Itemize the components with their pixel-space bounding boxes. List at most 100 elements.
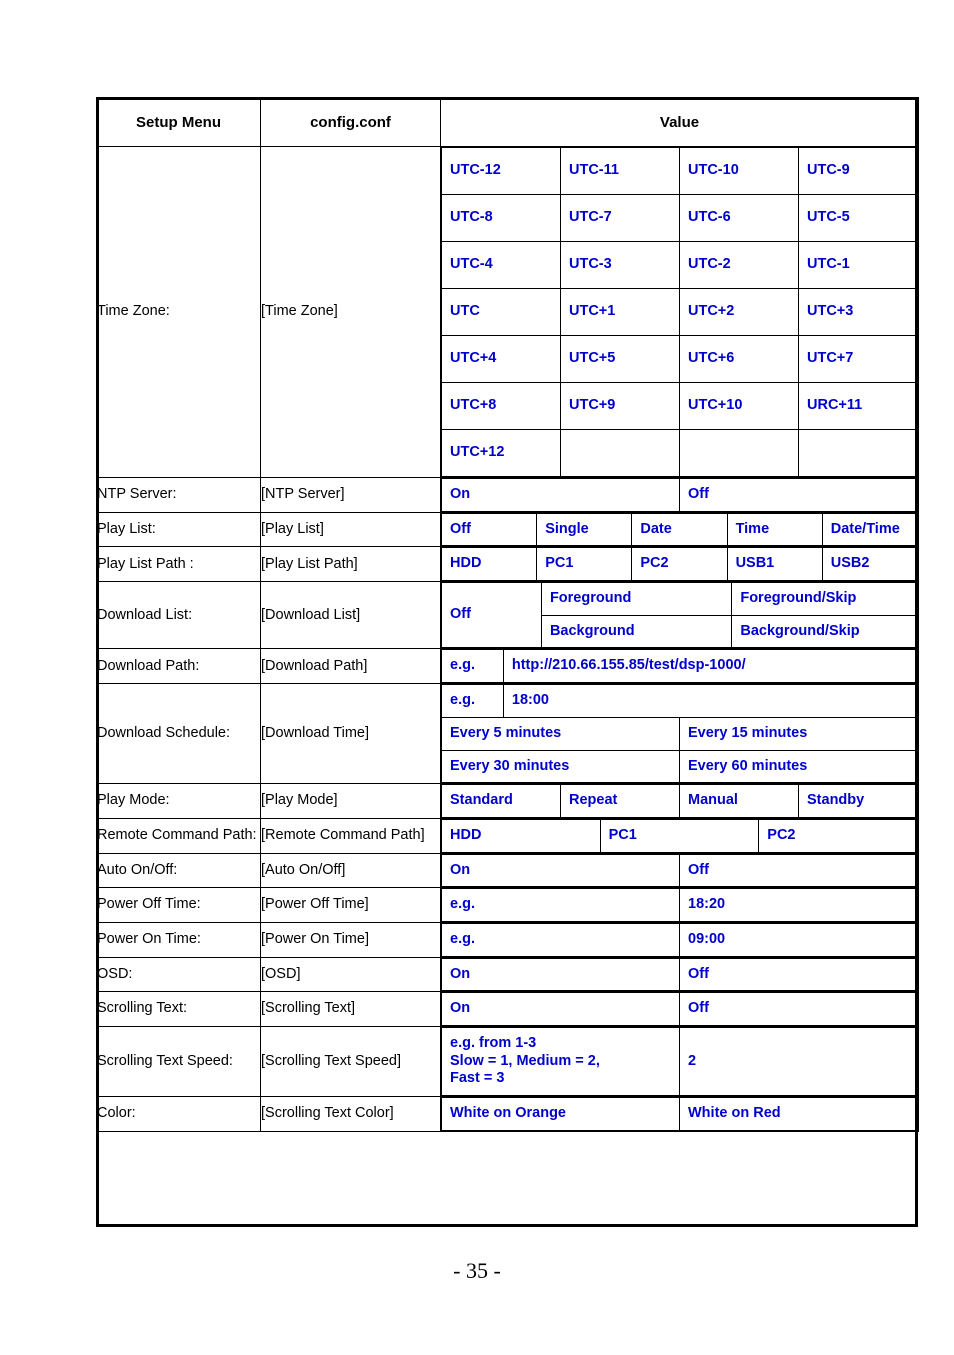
timezone-option[interactable]: UTC-5 [798,194,918,242]
timezone-option[interactable]: UTC+8 [441,382,561,430]
osd-option-off[interactable]: Off [679,957,918,992]
auto-on-off-option-off[interactable]: Off [679,853,918,888]
osd-options-grid: On Off [441,957,918,992]
timezone-option[interactable]: UTC-7 [560,194,680,242]
play-mode-option[interactable]: Standard [441,784,561,818]
play-list-option[interactable]: Single [536,512,633,547]
table-row-scrolling-text-speed: Scrolling Text Speed: [Scrolling Text Sp… [96,1025,919,1098]
color-option-white-on-orange[interactable]: White on Orange [441,1097,680,1131]
timezone-row: UTC+12 [441,429,918,477]
play-list-option[interactable]: Date [631,512,728,547]
timezone-row: UTC-4 UTC-3 UTC-2 UTC-1 [441,241,918,289]
power-off-time-eg-value[interactable]: 18:20 [679,888,918,922]
timezone-option[interactable]: UTC+12 [441,429,561,477]
timezone-option[interactable]: UTC-2 [679,241,799,289]
play-list-option[interactable]: Date/Time [821,512,919,547]
option-row: Every 5 minutes Every 15 minutes [441,716,919,751]
power-on-time-eg-value[interactable]: 09:00 [679,922,918,957]
download-schedule-option-5min[interactable]: Every 5 minutes [441,716,680,751]
play-list-path-option[interactable]: PC2 [631,547,728,582]
osd-option-on[interactable]: On [441,957,680,992]
timezone-option[interactable]: URC+11 [798,382,918,430]
option-row: Off Single Date Time Date/Time [440,512,919,547]
play-list-option[interactable]: Off [440,512,538,547]
remote-command-path-option[interactable]: HDD [441,818,601,853]
timezone-option[interactable]: UTC+4 [441,335,561,383]
timezone-option[interactable]: UTC-6 [679,194,799,242]
row-label-scrolling-text: Scrolling Text: [96,991,261,1027]
download-list-option-off[interactable]: Off [441,582,542,649]
timezone-option[interactable]: UTC-4 [441,241,561,289]
row-values-power-on-time: e.g. 09:00 [440,921,919,958]
row-values-play-list: Off Single Date Time Date/Time [440,511,919,548]
timezone-option[interactable]: UTC-10 [679,147,799,195]
row-label-scrolling-text-speed: Scrolling Text Speed: [96,1025,261,1098]
timezone-option[interactable]: UTC+9 [560,382,680,430]
power-on-time-eg-label: e.g. [441,922,680,957]
ntp-option-on[interactable]: On [441,478,680,512]
timezone-option[interactable]: UTC+10 [679,382,799,430]
download-schedule-option-60min[interactable]: Every 60 minutes [678,749,919,784]
row-values-download-list: Off Foreground Foreground/Skip Backgroun… [440,581,919,650]
play-mode-option[interactable]: Standby [798,784,918,818]
color-option-white-on-red[interactable]: White on Red [679,1097,918,1131]
download-schedule-eg-label: e.g. [441,684,504,718]
document-page: Setup Menu config.conf Value Time Zone: … [0,0,954,1355]
timezone-option[interactable]: UTC+6 [679,335,799,383]
timezone-option[interactable]: UTC+5 [560,335,680,383]
row-conf-ntp-server: [NTP Server] [260,477,441,513]
timezone-option[interactable]: UTC [441,288,561,336]
timezone-option[interactable]: UTC-8 [441,194,561,242]
play-mode-option[interactable]: Manual [679,784,799,818]
timezone-option[interactable]: UTC+2 [679,288,799,336]
play-list-path-option[interactable]: PC1 [536,547,633,582]
option-row: Standard Repeat Manual Standby [441,784,918,818]
table-row-ntp-server: NTP Server: [NTP Server] On Off [96,477,919,513]
row-label-play-mode: Play Mode: [96,783,261,819]
play-list-path-option[interactable]: USB1 [726,547,823,582]
remote-command-path-option[interactable]: PC2 [758,818,918,853]
color-options-grid: White on Orange White on Red [441,1097,918,1131]
scrolling-text-option-off[interactable]: Off [679,992,918,1026]
auto-on-off-option-on[interactable]: On [441,853,680,888]
play-list-option[interactable]: Time [726,512,823,547]
timezone-option[interactable]: UTC-3 [560,241,680,289]
download-list-option-background[interactable]: Background [540,614,733,649]
row-conf-osd: [OSD] [260,956,441,993]
row-label-osd: OSD: [96,956,261,993]
download-schedule-eg-value[interactable]: 18:00 [502,684,919,718]
scrolling-text-speed-eg-value[interactable]: 2 [679,1026,918,1097]
remote-command-path-option[interactable]: PC1 [599,818,760,853]
row-conf-scrolling-text-speed: [Scrolling Text Speed] [260,1025,441,1098]
table-row-scrolling-text: Scrolling Text: [Scrolling Text] On Off [96,991,919,1027]
power-off-time-grid: e.g. 18:20 [441,888,918,922]
row-values-play-mode: Standard Repeat Manual Standby [440,783,919,819]
download-schedule-option-30min[interactable]: Every 30 minutes [441,749,680,784]
ntp-option-off[interactable]: Off [679,478,918,512]
table-row-play-list-path: Play List Path : [Play List Path] HDD PC… [96,546,919,583]
row-conf-remote-command-path: [Remote Command Path] [260,817,441,854]
option-row: On Off [441,478,918,512]
timezone-option[interactable]: UTC+7 [798,335,918,383]
play-list-path-option[interactable]: USB2 [821,547,919,582]
play-mode-option[interactable]: Repeat [560,784,680,818]
timezone-option[interactable]: UTC-11 [560,147,680,195]
timezone-option[interactable]: UTC-1 [798,241,918,289]
option-row: e.g. http://210.66.155.85/test/dsp-1000/ [441,649,919,684]
power-off-time-eg-label: e.g. [441,888,680,922]
download-path-eg-value[interactable]: http://210.66.155.85/test/dsp-1000/ [502,649,919,684]
scrolling-text-option-on[interactable]: On [441,992,680,1026]
timezone-option[interactable]: UTC-9 [798,147,918,195]
download-list-option-foreground[interactable]: Foreground [540,582,733,616]
timezone-option[interactable]: UTC+3 [798,288,918,336]
download-list-option-foreground-skip[interactable]: Foreground/Skip [731,582,918,616]
row-conf-download-list: [Download List] [260,581,441,650]
download-schedule-option-15min[interactable]: Every 15 minutes [678,716,919,751]
row-conf-power-on-time: [Power On Time] [260,921,441,958]
download-path-grid: e.g. http://210.66.155.85/test/dsp-1000/ [441,649,919,684]
timezone-option[interactable]: UTC+1 [560,288,680,336]
timezone-option[interactable]: UTC-12 [441,147,561,195]
download-list-option-background-skip[interactable]: Background/Skip [731,614,918,649]
play-list-path-option[interactable]: HDD [440,547,538,582]
table-row-osd: OSD: [OSD] On Off [96,956,919,993]
